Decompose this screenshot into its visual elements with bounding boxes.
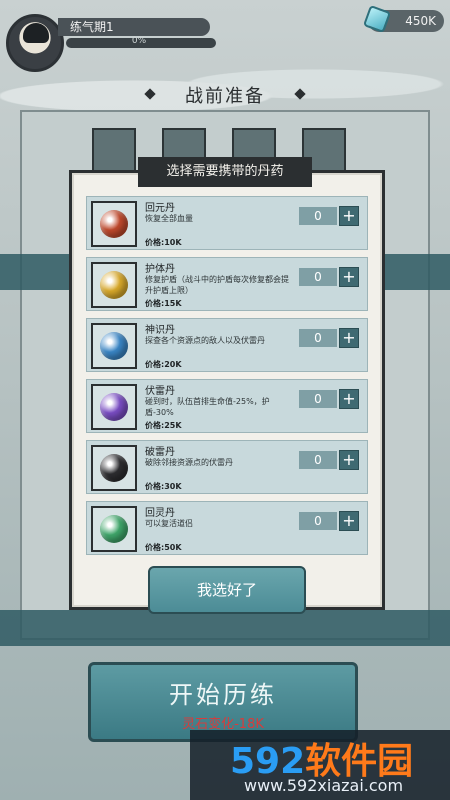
pill-price: 价格:50K <box>145 543 182 552</box>
pill-orb <box>100 393 128 421</box>
pill-icon-shenshi <box>91 323 137 369</box>
plus-button[interactable]: + <box>339 267 359 287</box>
pill-orb <box>100 515 128 543</box>
pill-qty: 0 <box>299 451 337 469</box>
pill-desc: 恢复全部血量 <box>145 214 193 223</box>
plus-button[interactable]: + <box>339 328 359 348</box>
watermark-url: www.592xiazai.com <box>244 776 404 795</box>
pill-row: 伏雷丹 碰到时，队伍首排生命值-25%，护盾-30% 价格:25K 0 + <box>86 379 368 433</box>
pill-qty: 0 <box>299 207 337 225</box>
pill-icon-huti <box>91 262 137 308</box>
plus-button[interactable]: + <box>339 389 359 409</box>
pill-price: 价格:25K <box>145 421 182 430</box>
pill-price: 价格:15K <box>145 299 182 308</box>
plus-button[interactable]: + <box>339 206 359 226</box>
plus-button[interactable]: + <box>339 450 359 470</box>
pill-desc: 修复护盾（战斗中的护盾每次修复都会提升护盾上限） <box>145 275 289 295</box>
pill-name: 神识丹 <box>145 325 175 336</box>
start-training-label: 开始历练 <box>169 681 277 709</box>
equip-slot-weapon[interactable] <box>92 128 136 172</box>
pill-desc: 探查各个资源点的敌人以及伏雷丹 <box>145 336 265 345</box>
pill-name: 破雷丹 <box>145 447 175 458</box>
pill-desc: 碰到时，队伍首排生命值-25%，护盾-30% <box>145 397 270 417</box>
pill-orb <box>100 271 128 299</box>
pill-name: 回灵丹 <box>145 508 175 519</box>
modal-header-tail-left <box>138 157 150 187</box>
pill-row: 护体丹 修复护盾（战斗中的护盾每次修复都会提升护盾上限） 价格:15K 0 + <box>86 257 368 311</box>
bg-band-lower <box>0 610 450 646</box>
pill-name: 护体丹 <box>145 264 175 275</box>
plus-button[interactable]: + <box>339 511 359 531</box>
prep-title: 战前准备 <box>185 86 265 107</box>
pill-qty: 0 <box>299 390 337 408</box>
pill-price: 价格:30K <box>145 482 182 491</box>
pill-qty: 0 <box>299 329 337 347</box>
player-rank: 练气期1 <box>58 18 210 36</box>
pill-row: 破雷丹 破除邻接资源点的伏雷丹 价格:30K 0 + <box>86 440 368 494</box>
pill-icon-huiling <box>91 506 137 552</box>
modal-title: 选择需要携带的丹药 <box>150 157 300 187</box>
pill-price: 价格:20K <box>145 360 182 369</box>
pill-row: 回元丹 恢复全部血量 价格:10K 0 + <box>86 196 368 250</box>
pill-orb <box>100 210 128 238</box>
pill-row: 回灵丹 可以复活道侣 价格:50K 0 + <box>86 501 368 555</box>
confirm-selection-button[interactable]: 我选好了 <box>148 566 306 614</box>
pill-orb <box>100 332 128 360</box>
pill-desc: 可以复活道侣 <box>145 519 193 528</box>
pill-qty: 0 <box>299 268 337 286</box>
pill-qty: 0 <box>299 512 337 530</box>
pill-price: 价格:10K <box>145 238 182 247</box>
pill-name: 伏雷丹 <box>145 386 175 397</box>
pill-desc: 破除邻接资源点的伏雷丹 <box>145 458 233 467</box>
pill-icon-fulei <box>91 384 137 430</box>
pill-name: 回元丹 <box>145 203 175 214</box>
pill-orb <box>100 454 128 482</box>
pill-icon-huiyuan <box>91 201 137 247</box>
exp-percent: 0% <box>131 36 147 46</box>
pill-icon-polei <box>91 445 137 491</box>
pill-row: 神识丹 探查各个资源点的敌人以及伏雷丹 价格:20K 0 + <box>86 318 368 372</box>
modal-header-tail-right <box>300 157 312 187</box>
